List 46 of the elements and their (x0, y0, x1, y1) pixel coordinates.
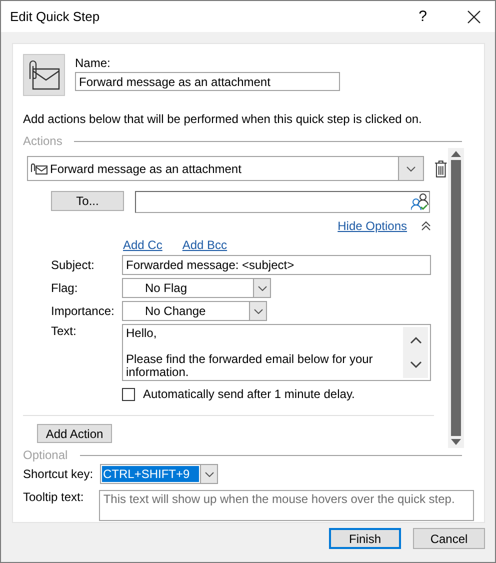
section-legend: Optional (23, 448, 68, 462)
add-bcc-link[interactable]: Add Bcc (182, 238, 228, 252)
close-icon[interactable] (467, 10, 481, 24)
checkbox[interactable] (122, 388, 135, 400)
flag-label: Flag: (51, 281, 79, 295)
double-chevron-up-icon[interactable] (421, 221, 431, 231)
tooltip-text-field[interactable]: This text will show up when the mouse hovers over the quick step. (99, 490, 474, 521)
scroll-up-icon[interactable] (451, 151, 461, 157)
subject-field[interactable]: Forwarded message: <subject> (122, 255, 431, 275)
message-text-area[interactable]: Hello, Please find the forwarded email below for your information. (122, 324, 431, 381)
chevron-down-icon (204, 472, 214, 476)
subject-label: Subject: (51, 258, 96, 272)
trash-icon[interactable] (434, 160, 448, 178)
help-button[interactable]: ? (418, 8, 427, 25)
forward-attachment-icon (30, 162, 48, 174)
scrollbar[interactable] (448, 148, 464, 448)
add-action-button[interactable]: Add Action (37, 424, 112, 443)
address-book-icon[interactable] (411, 193, 429, 211)
to-button[interactable]: To... (51, 191, 124, 211)
name-label: Name: (75, 56, 112, 70)
action-dropdown[interactable]: Forward message as an attachment (27, 156, 424, 181)
importance-label: Importance: (51, 304, 116, 318)
text-label: Text: (51, 324, 78, 338)
shortcut-key-label: Shortcut key: (23, 467, 94, 481)
add-cc-link[interactable]: Add Cc (123, 238, 162, 252)
instructions-text: Add actions below that will be performed when this quick step is clicked on. (23, 112, 423, 126)
scroll-down-icon[interactable] (410, 361, 422, 370)
chevron-down-icon (406, 166, 416, 172)
envelope-clip-icon (23, 54, 65, 96)
to-field[interactable] (135, 191, 430, 213)
scroll-down-icon[interactable] (451, 439, 461, 445)
chevron-down-icon (254, 308, 262, 314)
name-field[interactable]: Forward message as an attachment (75, 72, 340, 91)
cancel-button[interactable]: Cancel (413, 528, 485, 549)
tooltip-text-label: Tooltip text: (23, 490, 85, 504)
section-legend: Actions (23, 134, 62, 148)
hide-options-link[interactable]: Hide Options (338, 219, 407, 233)
flag-dropdown[interactable]: No Flag (122, 278, 271, 298)
chevron-down-icon (258, 286, 266, 290)
window-title: Edit Quick Step (10, 9, 101, 24)
shortcut-key-dropdown[interactable]: CTRL+SHIFT+9 (100, 464, 218, 484)
scrollbar-thumb[interactable] (451, 160, 461, 436)
finish-button[interactable]: Finish (329, 528, 401, 549)
scroll-up-icon[interactable] (410, 336, 422, 344)
auto-send-label[interactable]: Automatically send after 1 minute delay. (143, 387, 355, 401)
importance-dropdown[interactable]: No Change (122, 301, 267, 321)
